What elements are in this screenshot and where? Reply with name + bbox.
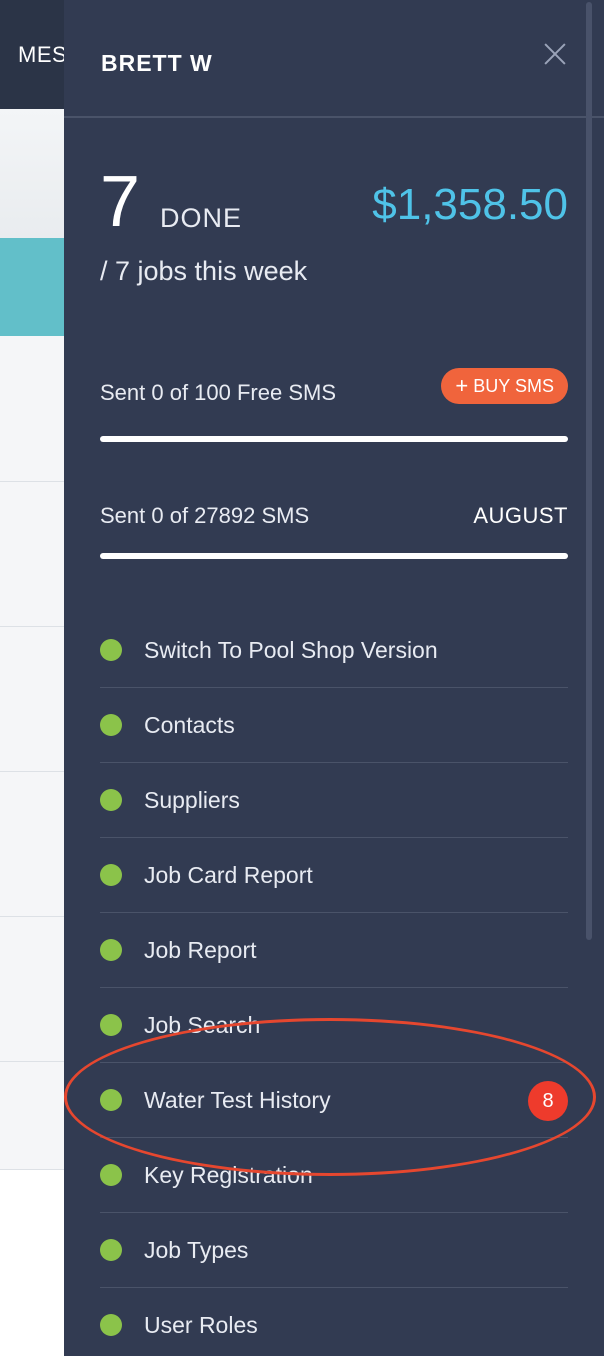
background-header: MESSAGES	[0, 0, 64, 109]
earnings-total: $1,358.50	[372, 180, 568, 229]
drawer-menu: Switch To Pool Shop Version Contacts Sup…	[100, 613, 568, 1362]
status-dot-icon	[100, 639, 122, 661]
menu-item-label: Job Search	[144, 1011, 261, 1038]
menu-item-label: Job Card Report	[144, 861, 313, 888]
close-icon[interactable]	[540, 38, 570, 68]
menu-item-key-registration[interactable]: Key Registration	[100, 1138, 568, 1213]
background-toolbar	[0, 109, 64, 238]
menu-item-label: Suppliers	[144, 786, 240, 813]
drawer-scrollbar[interactable]	[586, 2, 592, 940]
sms-month-label: AUGUST	[473, 503, 568, 528]
menu-item-water-test-history[interactable]: Water Test History 8	[100, 1063, 568, 1138]
background-list-row[interactable]	[0, 336, 64, 482]
drawer-username: BRETT W	[101, 50, 213, 76]
background-tab-label[interactable]: MESSAGES	[18, 42, 64, 68]
menu-item-contacts[interactable]: Contacts	[100, 688, 568, 763]
menu-item-job-types[interactable]: Job Types	[100, 1213, 568, 1288]
status-dot-icon	[100, 1314, 122, 1336]
menu-item-label: Water Test History	[144, 1086, 331, 1113]
background-list-row[interactable]	[0, 627, 64, 772]
menu-item-job-card-report[interactable]: Job Card Report	[100, 838, 568, 913]
user-drawer: BRETT W 7 DONE $1,358.50 / 7 jobs this w…	[64, 0, 604, 1356]
buy-sms-label: BUY SMS	[473, 376, 554, 396]
menu-item-label: Key Registration	[144, 1161, 313, 1188]
background-list-row[interactable]	[0, 772, 64, 917]
menu-item-label: User Roles	[144, 1311, 258, 1338]
done-label: DONE	[160, 203, 243, 233]
status-dot-icon	[100, 864, 122, 886]
free-sms-usage-label: Sent 0 of 100 Free SMS	[100, 380, 337, 405]
status-dot-icon	[100, 1164, 122, 1186]
menu-item-switch-pool-shop[interactable]: Switch To Pool Shop Version	[100, 613, 568, 688]
menu-item-label: Job Report	[144, 936, 257, 963]
background-selected-row[interactable]	[0, 238, 64, 336]
menu-item-suppliers[interactable]: Suppliers	[100, 763, 568, 838]
background-list-row[interactable]	[0, 482, 64, 627]
status-dot-icon	[100, 939, 122, 961]
menu-item-label: Job Types	[144, 1236, 249, 1263]
header-divider	[64, 116, 604, 118]
menu-item-job-search[interactable]: Job Search	[100, 988, 568, 1063]
status-dot-icon	[100, 1089, 122, 1111]
notification-badge: 8	[528, 1081, 568, 1121]
menu-item-job-report[interactable]: Job Report	[100, 913, 568, 988]
menu-item-label: Contacts	[144, 711, 235, 738]
status-dot-icon	[100, 789, 122, 811]
jobs-this-week: / 7 jobs this week	[100, 256, 308, 286]
status-dot-icon	[100, 1239, 122, 1261]
background-list-row[interactable]	[0, 1062, 64, 1170]
status-dot-icon	[100, 714, 122, 736]
done-count: 7	[100, 162, 141, 242]
total-sms-progress-bar	[100, 553, 568, 559]
total-sms-usage-label: Sent 0 of 27892 SMS	[100, 503, 310, 528]
menu-item-user-roles[interactable]: User Roles	[100, 1288, 568, 1362]
status-dot-icon	[100, 1014, 122, 1036]
buy-sms-button[interactable]: + BUY SMS	[441, 368, 568, 404]
background-list-row[interactable]	[0, 917, 64, 1062]
free-sms-progress-bar	[100, 436, 568, 442]
menu-item-label: Switch To Pool Shop Version	[144, 636, 438, 663]
background-app: MESSAGES	[0, 0, 64, 1356]
plus-icon: +	[455, 373, 469, 398]
